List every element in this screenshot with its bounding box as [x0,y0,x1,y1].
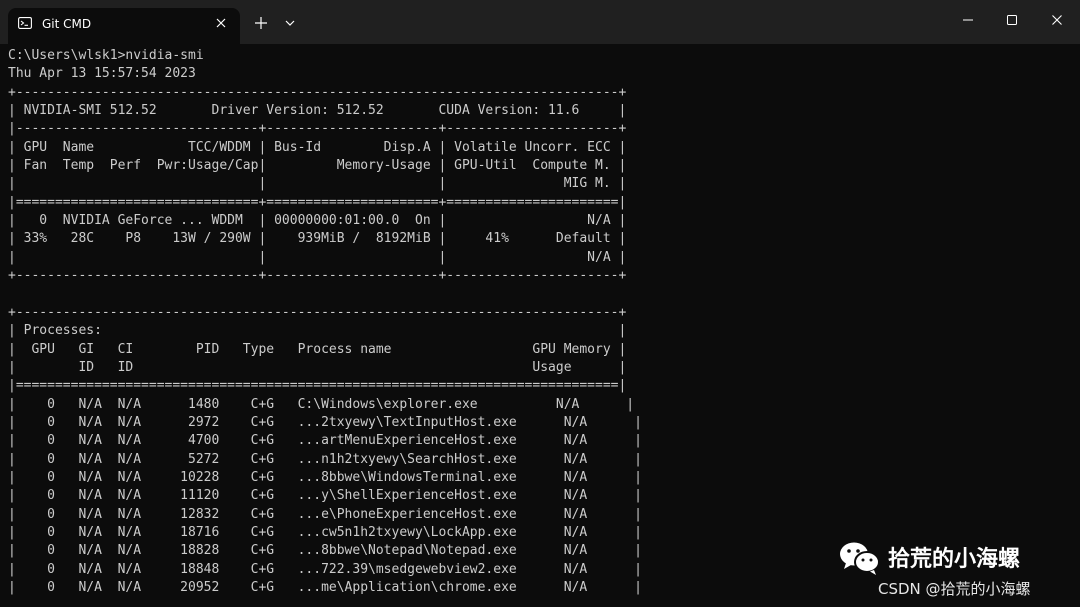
console-line: +---------------------------------------… [8,84,627,100]
chevron-down-icon[interactable] [283,16,297,30]
console-line: | 0 N/A N/A 11120 C+G ...y\ShellExperien… [8,488,642,504]
console-line: | 33% 28C P8 13W / 290W | 939MiB / 8192M… [8,231,627,247]
close-icon[interactable] [214,16,228,30]
console-line: | ID ID Usage | [8,359,627,375]
console-line: | 0 N/A N/A 18716 C+G ...cw5n1h2txyewy\L… [8,524,642,540]
console-line: | GPU GI CI PID Type Process name GPU Me… [8,341,627,357]
console-line: ​ [8,285,642,303]
watermark: 拾荒的小海螺 CSDN @拾荒的小海螺 [838,540,1073,602]
console-line: | 0 N/A N/A 10228 C+G ...8bbwe\WindowsTe… [8,469,642,485]
close-icon[interactable] [1045,10,1069,30]
console-line: | 0 N/A N/A 18828 C+G ...8bbwe\Notepad\N… [8,543,642,559]
tab-git-cmd[interactable]: Git CMD [8,8,240,44]
console-line: | 0 N/A N/A 2972 C+G ...2txyewy\TextInpu… [8,414,642,430]
title-bar: Git CMD [0,0,1080,44]
console-line: | 0 N/A N/A 1480 C+G C:\Windows\explorer… [8,396,635,412]
console-line: | 0 N/A N/A 20952 C+G ...me\Application\… [8,579,642,595]
console-line: | 0 N/A N/A 18848 C+G ...722.39\msedgewe… [8,561,642,577]
minimize-icon[interactable] [956,10,980,30]
console-line: C:\Users\wlsk1>nvidia-smi [8,48,204,63]
plus-icon[interactable] [252,14,270,32]
console-line: | | | MIG M. | [8,176,627,192]
console-line: | 0 N/A N/A 5272 C+G ...n1h2txyewy\Searc… [8,451,642,467]
console-line: | 0 N/A N/A 12832 C+G ...e\PhoneExperien… [8,506,642,522]
watermark-source: CSDN @拾荒的小海螺 [878,580,1031,598]
console-line: | Fan Temp Perf Pwr:Usage/Cap| Memory-Us… [8,158,627,174]
console-line: |=======================================… [8,378,627,394]
console-line: | 0 NVIDIA GeForce ... WDDM | 00000000:0… [8,213,627,229]
console-output[interactable]: C:\Users\wlsk1>nvidia-smi Thu Apr 13 15:5… [8,47,642,597]
tab-title: Git CMD [42,17,92,31]
console-line: | GPU Name TCC/WDDM | Bus-Id Disp.A | Vo… [8,139,627,155]
wechat-icon [840,542,880,575]
terminal-icon [18,17,32,29]
maximize-icon[interactable] [1000,10,1024,30]
console-line: Thu Apr 13 15:57:54 2023 [8,66,196,82]
console-line: | 0 N/A N/A 4700 C+G ...artMenuExperienc… [8,433,642,449]
console-line: | Processes: | [8,323,627,339]
watermark-name: 拾荒的小海螺 [888,547,1021,572]
console-line: |===============================+=======… [8,194,627,210]
console-line: +---------------------------------------… [8,304,627,320]
console-line: | | | N/A | [8,249,627,265]
console-line: | NVIDIA-SMI 512.52 Driver Version: 512.… [8,103,627,119]
console-line: |-------------------------------+-------… [8,121,627,137]
console-line: +-------------------------------+-------… [8,268,627,284]
